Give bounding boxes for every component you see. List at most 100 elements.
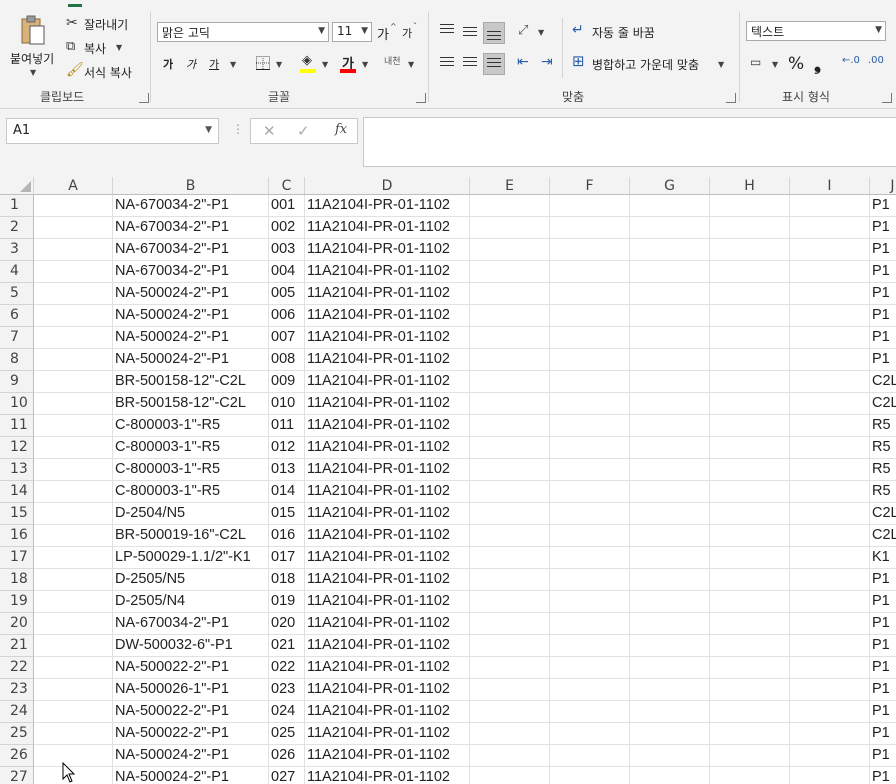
- increase-decimal-button[interactable]: ←.0: [842, 54, 862, 74]
- cell-e7[interactable]: [470, 327, 550, 349]
- cell-i23[interactable]: [790, 679, 870, 701]
- cell-h22[interactable]: [710, 657, 790, 679]
- cell-a16[interactable]: [34, 525, 113, 547]
- row-header[interactable]: 23: [0, 679, 34, 701]
- cell-i1[interactable]: [790, 195, 870, 217]
- cell-c11[interactable]: 011: [269, 415, 305, 437]
- row-header[interactable]: 11: [0, 415, 34, 437]
- cell-f25[interactable]: [550, 723, 630, 745]
- cell-h26[interactable]: [710, 745, 790, 767]
- cell-d25[interactable]: 11A2104I-PR-01-1102: [305, 723, 470, 745]
- alignment-dialog-launcher[interactable]: [726, 93, 736, 103]
- cell-h14[interactable]: [710, 481, 790, 503]
- cell-a4[interactable]: [34, 261, 113, 283]
- cell-a15[interactable]: [34, 503, 113, 525]
- cell-g20[interactable]: [630, 613, 710, 635]
- cell-g8[interactable]: [630, 349, 710, 371]
- cell-b8[interactable]: NA-500024-2"-P1: [113, 349, 269, 371]
- cell-e13[interactable]: [470, 459, 550, 481]
- cell-f13[interactable]: [550, 459, 630, 481]
- align-middle-button[interactable]: [463, 27, 477, 39]
- cell-b14[interactable]: C-800003-1"-R5: [113, 481, 269, 503]
- cell-i13[interactable]: [790, 459, 870, 481]
- shrink-font-button[interactable]: 가 ˇ: [400, 22, 420, 42]
- align-left-button[interactable]: [440, 57, 454, 69]
- cell-e25[interactable]: [470, 723, 550, 745]
- phonetic-button[interactable]: 내천 ▼: [382, 52, 418, 76]
- cell-c20[interactable]: 020: [269, 613, 305, 635]
- cancel-icon[interactable]: ✕: [263, 122, 276, 140]
- cell-g23[interactable]: [630, 679, 710, 701]
- merge-dropdown-icon[interactable]: ▼: [718, 60, 724, 69]
- cell-d1[interactable]: 11A2104I-PR-01-1102: [305, 195, 470, 217]
- cell-b11[interactable]: C-800003-1"-R5: [113, 415, 269, 437]
- cell-i3[interactable]: [790, 239, 870, 261]
- cell-a14[interactable]: [34, 481, 113, 503]
- cell-g16[interactable]: [630, 525, 710, 547]
- cell-e22[interactable]: [470, 657, 550, 679]
- cell-d17[interactable]: 11A2104I-PR-01-1102: [305, 547, 470, 569]
- cell-a1[interactable]: [34, 195, 113, 217]
- cell-f6[interactable]: [550, 305, 630, 327]
- cell-h3[interactable]: [710, 239, 790, 261]
- cell-g25[interactable]: [630, 723, 710, 745]
- column-header-h[interactable]: H: [710, 177, 790, 195]
- cell-f3[interactable]: [550, 239, 630, 261]
- select-all-button[interactable]: [0, 177, 34, 195]
- cell-i22[interactable]: [790, 657, 870, 679]
- cell-c9[interactable]: 009: [269, 371, 305, 393]
- percent-style-button[interactable]: %: [786, 54, 806, 74]
- cell-g24[interactable]: [630, 701, 710, 723]
- cell-b12[interactable]: C-800003-1"-R5: [113, 437, 269, 459]
- cell-j17[interactable]: K1: [870, 547, 896, 569]
- cell-g10[interactable]: [630, 393, 710, 415]
- cell-f18[interactable]: [550, 569, 630, 591]
- wrap-text-button[interactable]: ↵ 자동 줄 바꿈: [572, 22, 672, 42]
- cell-j15[interactable]: C2L: [870, 503, 896, 525]
- cell-f27[interactable]: [550, 767, 630, 784]
- cell-c6[interactable]: 006: [269, 305, 305, 327]
- borders-dropdown-icon[interactable]: ▼: [276, 60, 282, 69]
- cell-i27[interactable]: [790, 767, 870, 784]
- cell-i10[interactable]: [790, 393, 870, 415]
- cell-d3[interactable]: 11A2104I-PR-01-1102: [305, 239, 470, 261]
- cell-e6[interactable]: [470, 305, 550, 327]
- cell-a2[interactable]: [34, 217, 113, 239]
- cell-j5[interactable]: P1: [870, 283, 896, 305]
- column-header-i[interactable]: I: [790, 177, 870, 195]
- cell-b4[interactable]: NA-670034-2"-P1: [113, 261, 269, 283]
- column-header-d[interactable]: D: [305, 177, 470, 195]
- cell-c8[interactable]: 008: [269, 349, 305, 371]
- cell-j8[interactable]: P1: [870, 349, 896, 371]
- borders-button[interactable]: ▼: [254, 54, 288, 74]
- copy-dropdown-icon[interactable]: ▼: [116, 43, 122, 52]
- cell-a11[interactable]: [34, 415, 113, 437]
- cell-g27[interactable]: [630, 767, 710, 784]
- cell-i19[interactable]: [790, 591, 870, 613]
- cell-b21[interactable]: DW-500032-6"-P1: [113, 635, 269, 657]
- row-header[interactable]: 3: [0, 239, 34, 261]
- cut-button[interactable]: ✂ 잘라내기: [64, 14, 144, 34]
- cell-h10[interactable]: [710, 393, 790, 415]
- cell-d22[interactable]: 11A2104I-PR-01-1102: [305, 657, 470, 679]
- cell-d24[interactable]: 11A2104I-PR-01-1102: [305, 701, 470, 723]
- cell-i25[interactable]: [790, 723, 870, 745]
- cell-h19[interactable]: [710, 591, 790, 613]
- cell-i5[interactable]: [790, 283, 870, 305]
- cell-f9[interactable]: [550, 371, 630, 393]
- cell-h11[interactable]: [710, 415, 790, 437]
- align-center-button[interactable]: [463, 57, 477, 69]
- cell-e27[interactable]: [470, 767, 550, 784]
- column-header-g[interactable]: G: [630, 177, 710, 195]
- cell-g19[interactable]: [630, 591, 710, 613]
- underline-dropdown-icon[interactable]: ▼: [230, 60, 236, 69]
- font-size-select[interactable]: 11 ▼: [332, 22, 372, 42]
- cell-i24[interactable]: [790, 701, 870, 723]
- cell-a22[interactable]: [34, 657, 113, 679]
- merge-center-button[interactable]: ⊞ 병합하고 가운데 맞춤 ▼: [572, 54, 730, 74]
- worksheet-grid[interactable]: ABCDEFGHIJ 1 NA-670034-2"-P1 001 11A2104I-P…: [0, 177, 896, 784]
- column-header-f[interactable]: F: [550, 177, 630, 195]
- cell-a10[interactable]: [34, 393, 113, 415]
- row-header[interactable]: 15: [0, 503, 34, 525]
- row-header[interactable]: 13: [0, 459, 34, 481]
